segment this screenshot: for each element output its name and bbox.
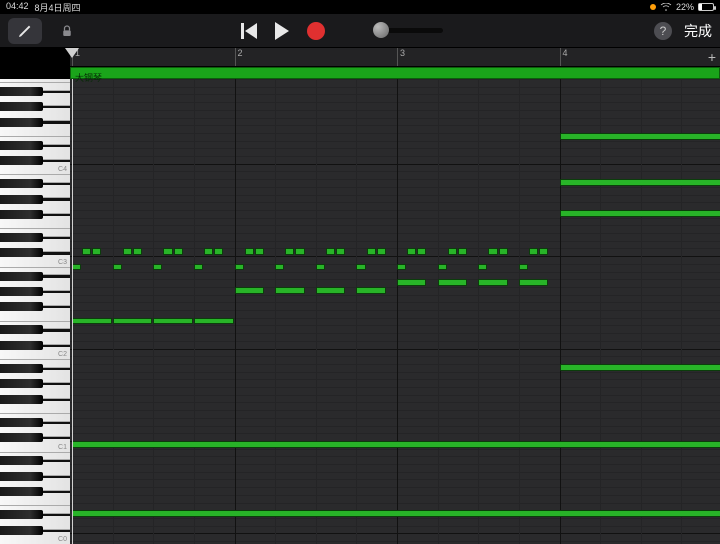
lock-button[interactable] <box>50 18 84 44</box>
lock-icon <box>62 24 72 38</box>
midi-note[interactable] <box>367 248 376 255</box>
piano-keyboard[interactable]: C0 C1 C2 C3 C4 C5 <box>0 79 70 544</box>
play-button[interactable] <box>275 22 289 40</box>
midi-note[interactable] <box>560 364 720 371</box>
midi-note[interactable] <box>153 264 162 271</box>
timeline-ruler[interactable]: + 1234 <box>70 48 720 67</box>
slider-knob[interactable] <box>373 22 389 38</box>
midi-note[interactable] <box>82 248 91 255</box>
midi-note[interactable] <box>133 248 142 255</box>
go-to-start-button[interactable] <box>241 23 257 39</box>
midi-note[interactable] <box>235 264 244 271</box>
midi-note[interactable] <box>448 248 457 255</box>
pencil-icon <box>17 23 33 39</box>
help-button[interactable]: ? <box>654 22 672 40</box>
edit-button[interactable] <box>8 18 42 44</box>
midi-note[interactable] <box>488 248 497 255</box>
midi-note[interactable] <box>438 279 467 286</box>
play-icon <box>275 22 289 40</box>
status-date: 8月4日周四 <box>35 1 81 14</box>
midi-note[interactable] <box>326 248 335 255</box>
midi-note[interactable] <box>499 248 508 255</box>
midi-note[interactable] <box>417 248 426 255</box>
midi-note[interactable] <box>72 318 112 325</box>
octave-label: C5 <box>58 79 67 81</box>
midi-note[interactable] <box>275 287 304 294</box>
ruler-bar-4: 4 <box>560 48 568 66</box>
workspace: 大钢琴 C0 C1 C2 C3 C4 C5 <box>0 48 720 544</box>
playhead-marker[interactable] <box>65 48 79 58</box>
status-bar: 04:42 8月4日周四 22% <box>0 0 720 14</box>
midi-note[interactable] <box>560 179 720 186</box>
metronome-icon <box>461 19 479 37</box>
octave-label: C2 <box>58 351 67 358</box>
help-icon: ? <box>660 24 667 38</box>
midi-note[interactable] <box>72 264 81 271</box>
midi-note[interactable] <box>519 264 528 271</box>
region-name: 大钢琴 <box>71 73 102 83</box>
midi-note[interactable] <box>275 264 284 271</box>
midi-note[interactable] <box>316 287 345 294</box>
add-section-button[interactable]: + <box>708 50 716 64</box>
status-time: 04:42 <box>6 1 29 14</box>
midi-note[interactable] <box>235 287 264 294</box>
midi-note[interactable] <box>560 210 720 217</box>
midi-note[interactable] <box>539 248 548 255</box>
ruler-bar-2: 2 <box>235 48 243 66</box>
wifi-icon <box>660 3 672 11</box>
midi-note[interactable] <box>377 248 386 255</box>
region-header[interactable]: 大钢琴 <box>70 67 720 79</box>
midi-note[interactable] <box>356 287 385 294</box>
midi-note[interactable] <box>478 264 487 271</box>
midi-note[interactable] <box>113 318 153 325</box>
midi-note[interactable] <box>529 248 538 255</box>
midi-note[interactable] <box>245 248 254 255</box>
octave-label: C1 <box>58 444 67 451</box>
midi-note[interactable] <box>397 264 406 271</box>
midi-note[interactable] <box>458 248 467 255</box>
midi-note[interactable] <box>295 248 304 255</box>
midi-note[interactable] <box>153 318 193 325</box>
midi-note[interactable] <box>163 248 172 255</box>
midi-note[interactable] <box>255 248 264 255</box>
octave-label: C3 <box>58 259 67 266</box>
done-button[interactable]: 完成 <box>684 21 712 41</box>
midi-note[interactable] <box>194 264 203 271</box>
octave-label: C4 <box>58 166 67 173</box>
midi-note[interactable] <box>316 264 325 271</box>
ruler-bar-3: 3 <box>397 48 405 66</box>
midi-note[interactable] <box>519 279 548 286</box>
midi-note[interactable] <box>113 264 122 271</box>
midi-note[interactable] <box>560 133 720 140</box>
record-icon <box>307 22 325 40</box>
playhead-line[interactable] <box>72 79 73 544</box>
midi-note[interactable] <box>204 248 213 255</box>
midi-note[interactable] <box>174 248 183 255</box>
toolbar: ? 完成 <box>0 14 720 48</box>
midi-note[interactable] <box>397 279 426 286</box>
midi-note[interactable] <box>356 264 365 271</box>
metronome-button[interactable] <box>461 19 479 42</box>
midi-note[interactable] <box>407 248 416 255</box>
midi-note[interactable] <box>438 264 447 271</box>
midi-note[interactable] <box>72 441 720 448</box>
midi-note[interactable] <box>285 248 294 255</box>
midi-note[interactable] <box>478 279 507 286</box>
midi-note[interactable] <box>72 510 720 517</box>
midi-note[interactable] <box>214 248 223 255</box>
piano-roll-grid[interactable] <box>70 79 720 544</box>
midi-note[interactable] <box>336 248 345 255</box>
midi-note[interactable] <box>194 318 234 325</box>
midi-note[interactable] <box>92 248 101 255</box>
battery-percent: 22% <box>676 2 694 12</box>
midi-note[interactable] <box>123 248 132 255</box>
recording-indicator-icon <box>650 4 656 10</box>
master-volume-slider[interactable] <box>373 28 443 33</box>
octave-label: C0 <box>58 536 67 543</box>
battery-icon <box>698 3 714 11</box>
record-button[interactable] <box>307 22 325 40</box>
